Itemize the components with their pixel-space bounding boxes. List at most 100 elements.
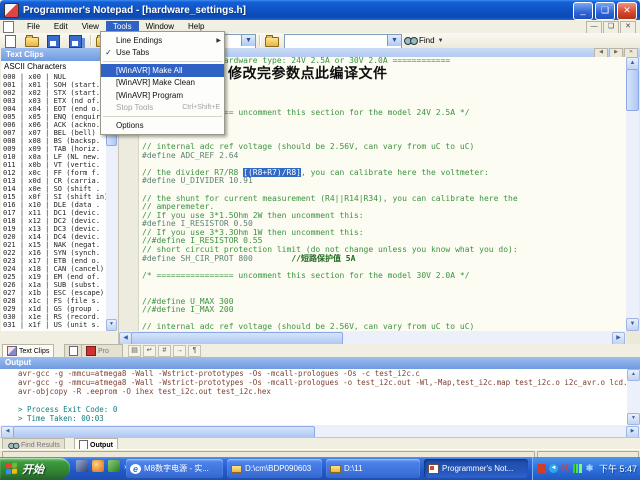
- start-button[interactable]: 开始: [0, 458, 70, 479]
- editor-hscrollbar[interactable]: ◀ ▶: [118, 331, 626, 344]
- list-item[interactable]: 005 | x05 | ENQ (enquiry: [1, 113, 106, 121]
- menu-item-use-tabs[interactable]: ✓Use Tabs: [101, 47, 224, 60]
- list-item[interactable]: 029 | x1d | GS (group .: [1, 305, 106, 313]
- whitespace-toggle-icon-3[interactable]: #: [158, 345, 171, 357]
- output-console[interactable]: avr-gcc -g -mmcu=atmega8 -Wall -Wstrict-…: [0, 369, 640, 425]
- menu-item-options[interactable]: Options: [101, 119, 224, 132]
- menu-item-winavr-make-clean[interactable]: [WinAVR] Make Clean: [101, 77, 224, 90]
- output-hscrollbar[interactable]: ◀ ▶: [0, 425, 640, 437]
- tab-projects[interactable]: Pro: [81, 344, 123, 358]
- close-button[interactable]: ✕: [617, 2, 637, 20]
- list-item[interactable]: 003 | x03 | ETX (nd of.: [1, 97, 106, 105]
- list-item[interactable]: 002 | x02 | STX (start.: [1, 89, 106, 97]
- document-icon[interactable]: [3, 21, 14, 33]
- list-item[interactable]: 017 | x11 | DC1 (devic.: [1, 209, 106, 217]
- quick-launch-icon-2[interactable]: [92, 460, 104, 472]
- project-folder-icon: [265, 37, 279, 47]
- chevron-down-icon[interactable]: ▼: [387, 35, 401, 46]
- menu-item-winavr-program[interactable]: [WinAVR] Program: [101, 89, 224, 102]
- list-item[interactable]: 025 | x19 | EM (end of.: [1, 273, 106, 281]
- menu-item-line-endings[interactable]: Line Endings▶: [101, 34, 224, 47]
- list-item[interactable]: 023 | x17 | ETB (end o.: [1, 257, 106, 265]
- list-item[interactable]: 020 | x14 | DC4 (devic.: [1, 233, 106, 241]
- list-item[interactable]: 021 | x15 | NAK (negat.: [1, 241, 106, 249]
- list-item[interactable]: 016 | x10 | DLE (data .: [1, 201, 106, 209]
- list-item[interactable]: 024 | x18 | CAN (cancel): [1, 265, 106, 273]
- scroll-down-icon[interactable]: ▼: [627, 413, 640, 425]
- code-text: , you can calibrate here the voltmeter:: [301, 168, 489, 177]
- whitespace-toggle-icon-4[interactable]: →: [173, 345, 186, 357]
- editor-vscrollbar[interactable]: ▲ ▼: [626, 57, 639, 331]
- list-item[interactable]: 019 | x13 | DC3 (devic.: [1, 225, 106, 233]
- scroll-thumb[interactable]: [626, 69, 639, 111]
- chevron-down-icon[interactable]: ▼: [241, 35, 255, 46]
- whitespace-toggle-icon-2[interactable]: ↵: [143, 345, 156, 357]
- quick-launch-icon-1[interactable]: [76, 460, 88, 472]
- tab-label: Text Clips: [19, 346, 49, 357]
- task-label: M8数字电源 - 实...: [144, 463, 209, 474]
- menu-edit[interactable]: Edit: [47, 21, 75, 32]
- new-file-button[interactable]: [2, 34, 20, 47]
- output-line: avr-objcopy -R .eeprom -O ihex test_i2c.…: [0, 387, 640, 396]
- list-item[interactable]: 011 | x0b | VT (vertic.: [1, 161, 106, 169]
- taskbar-button-m8[interactable]: eM8数字电源 - 实...: [126, 459, 223, 478]
- list-item[interactable]: 000 | x00 | NUL: [1, 73, 106, 81]
- code-text: //短路保护值 5A: [291, 254, 355, 263]
- list-item[interactable]: 028 | x1c | FS (file s.: [1, 297, 106, 305]
- list-item[interactable]: 027 | x1b | ESC (escape): [1, 289, 106, 297]
- list-item[interactable]: 012 | x0c | FF (form f.: [1, 169, 106, 177]
- scroll-down-icon[interactable]: ▼: [626, 318, 639, 331]
- list-item[interactable]: 014 | x0e | SO (shift .: [1, 185, 106, 193]
- tab-text-clips[interactable]: Text Clips: [2, 344, 54, 358]
- save-button[interactable]: [45, 34, 63, 47]
- list-item[interactable]: 006 | x06 | ACK (ackno.: [1, 121, 106, 129]
- list-item[interactable]: 022 | x16 | SYN (synch.: [1, 249, 106, 257]
- list-item[interactable]: 031 | x1f | US (unit s.: [1, 321, 106, 329]
- code-text: #define SH_CIR_PROT 800: [142, 254, 291, 263]
- tray-device-icon[interactable]: [537, 464, 546, 473]
- scroll-up-icon[interactable]: ▲: [627, 369, 640, 381]
- list-item[interactable]: 007 | x07 | BEL (bell): [1, 129, 106, 137]
- find-dropdown-arrow-icon[interactable]: ▼: [438, 38, 444, 44]
- whitespace-toggle-icon-5[interactable]: ¶: [188, 345, 201, 357]
- list-item[interactable]: 008 | x08 | BS (backsp.: [1, 137, 106, 145]
- open-project-button[interactable]: [263, 34, 281, 47]
- taskbar-button-programmer-s-not[interactable]: Programmer's Not...: [424, 459, 528, 478]
- signal-icon[interactable]: [573, 464, 582, 473]
- output-line: [0, 396, 640, 405]
- menu-item-winavr-make-all[interactable]: [WinAVR] Make All: [101, 64, 224, 77]
- ie-icon: e: [130, 464, 141, 474]
- menu-file[interactable]: File: [20, 21, 47, 32]
- flower-icon[interactable]: ✱: [585, 464, 594, 473]
- find-button[interactable]: Find: [419, 36, 435, 45]
- code-text: //#define I_MAX 200: [142, 305, 234, 314]
- minimize-button[interactable]: _: [573, 2, 593, 20]
- list-item[interactable]: 013 | x0d | CR (carria.: [1, 177, 106, 185]
- taskbar-button-d-cm-bdp090603[interactable]: D:\cm\BDP090603: [227, 459, 322, 478]
- taskbar-button-d-11[interactable]: D:\11: [326, 459, 420, 478]
- list-item[interactable]: 030 | x1e | RS (record.: [1, 313, 106, 321]
- desktop: Programmer's Notepad - [hardware_setting…: [0, 0, 640, 480]
- quick-launch-icon-3[interactable]: [108, 460, 120, 472]
- scroll-down-icon[interactable]: ▼: [106, 319, 117, 331]
- whitespace-toggle-icon-1[interactable]: ▤: [128, 345, 141, 357]
- submenu-arrow-icon: ▶: [216, 37, 221, 44]
- list-item[interactable]: 018 | x12 | DC2 (devic.: [1, 217, 106, 225]
- list-item[interactable]: 004 | x04 | EOT (end o.: [1, 105, 106, 113]
- menu-item-stop-tools[interactable]: Stop ToolsCtrl+Shift+E: [101, 102, 224, 115]
- messenger-icon[interactable]: ◄: [549, 464, 558, 473]
- list-item[interactable]: 010 | x0a | LF (NL new.: [1, 153, 106, 161]
- find-combobox[interactable]: ▼: [284, 34, 402, 49]
- save-all-button[interactable]: [67, 34, 85, 47]
- list-item[interactable]: 001 | x01 | SOH (start.: [1, 81, 106, 89]
- open-file-button[interactable]: [23, 34, 41, 47]
- list-item[interactable]: 026 | x1a | SUB (subst.: [1, 281, 106, 289]
- code-text: // internal adc ref voltage (should be 2…: [142, 322, 474, 331]
- list-item[interactable]: 009 | x09 | TAB (horiz.: [1, 145, 106, 153]
- output-vscrollbar[interactable]: ▲ ▼: [627, 369, 640, 425]
- kingsoft-icon[interactable]: K: [561, 464, 570, 473]
- whitespace-toolbar: ▤↵#→¶: [128, 345, 201, 357]
- restore-button[interactable]: ❏: [595, 2, 615, 20]
- title-bar: Programmer's Notepad - [hardware_setting…: [0, 0, 640, 20]
- list-item[interactable]: 015 | x0f | SI (shift in): [1, 193, 106, 201]
